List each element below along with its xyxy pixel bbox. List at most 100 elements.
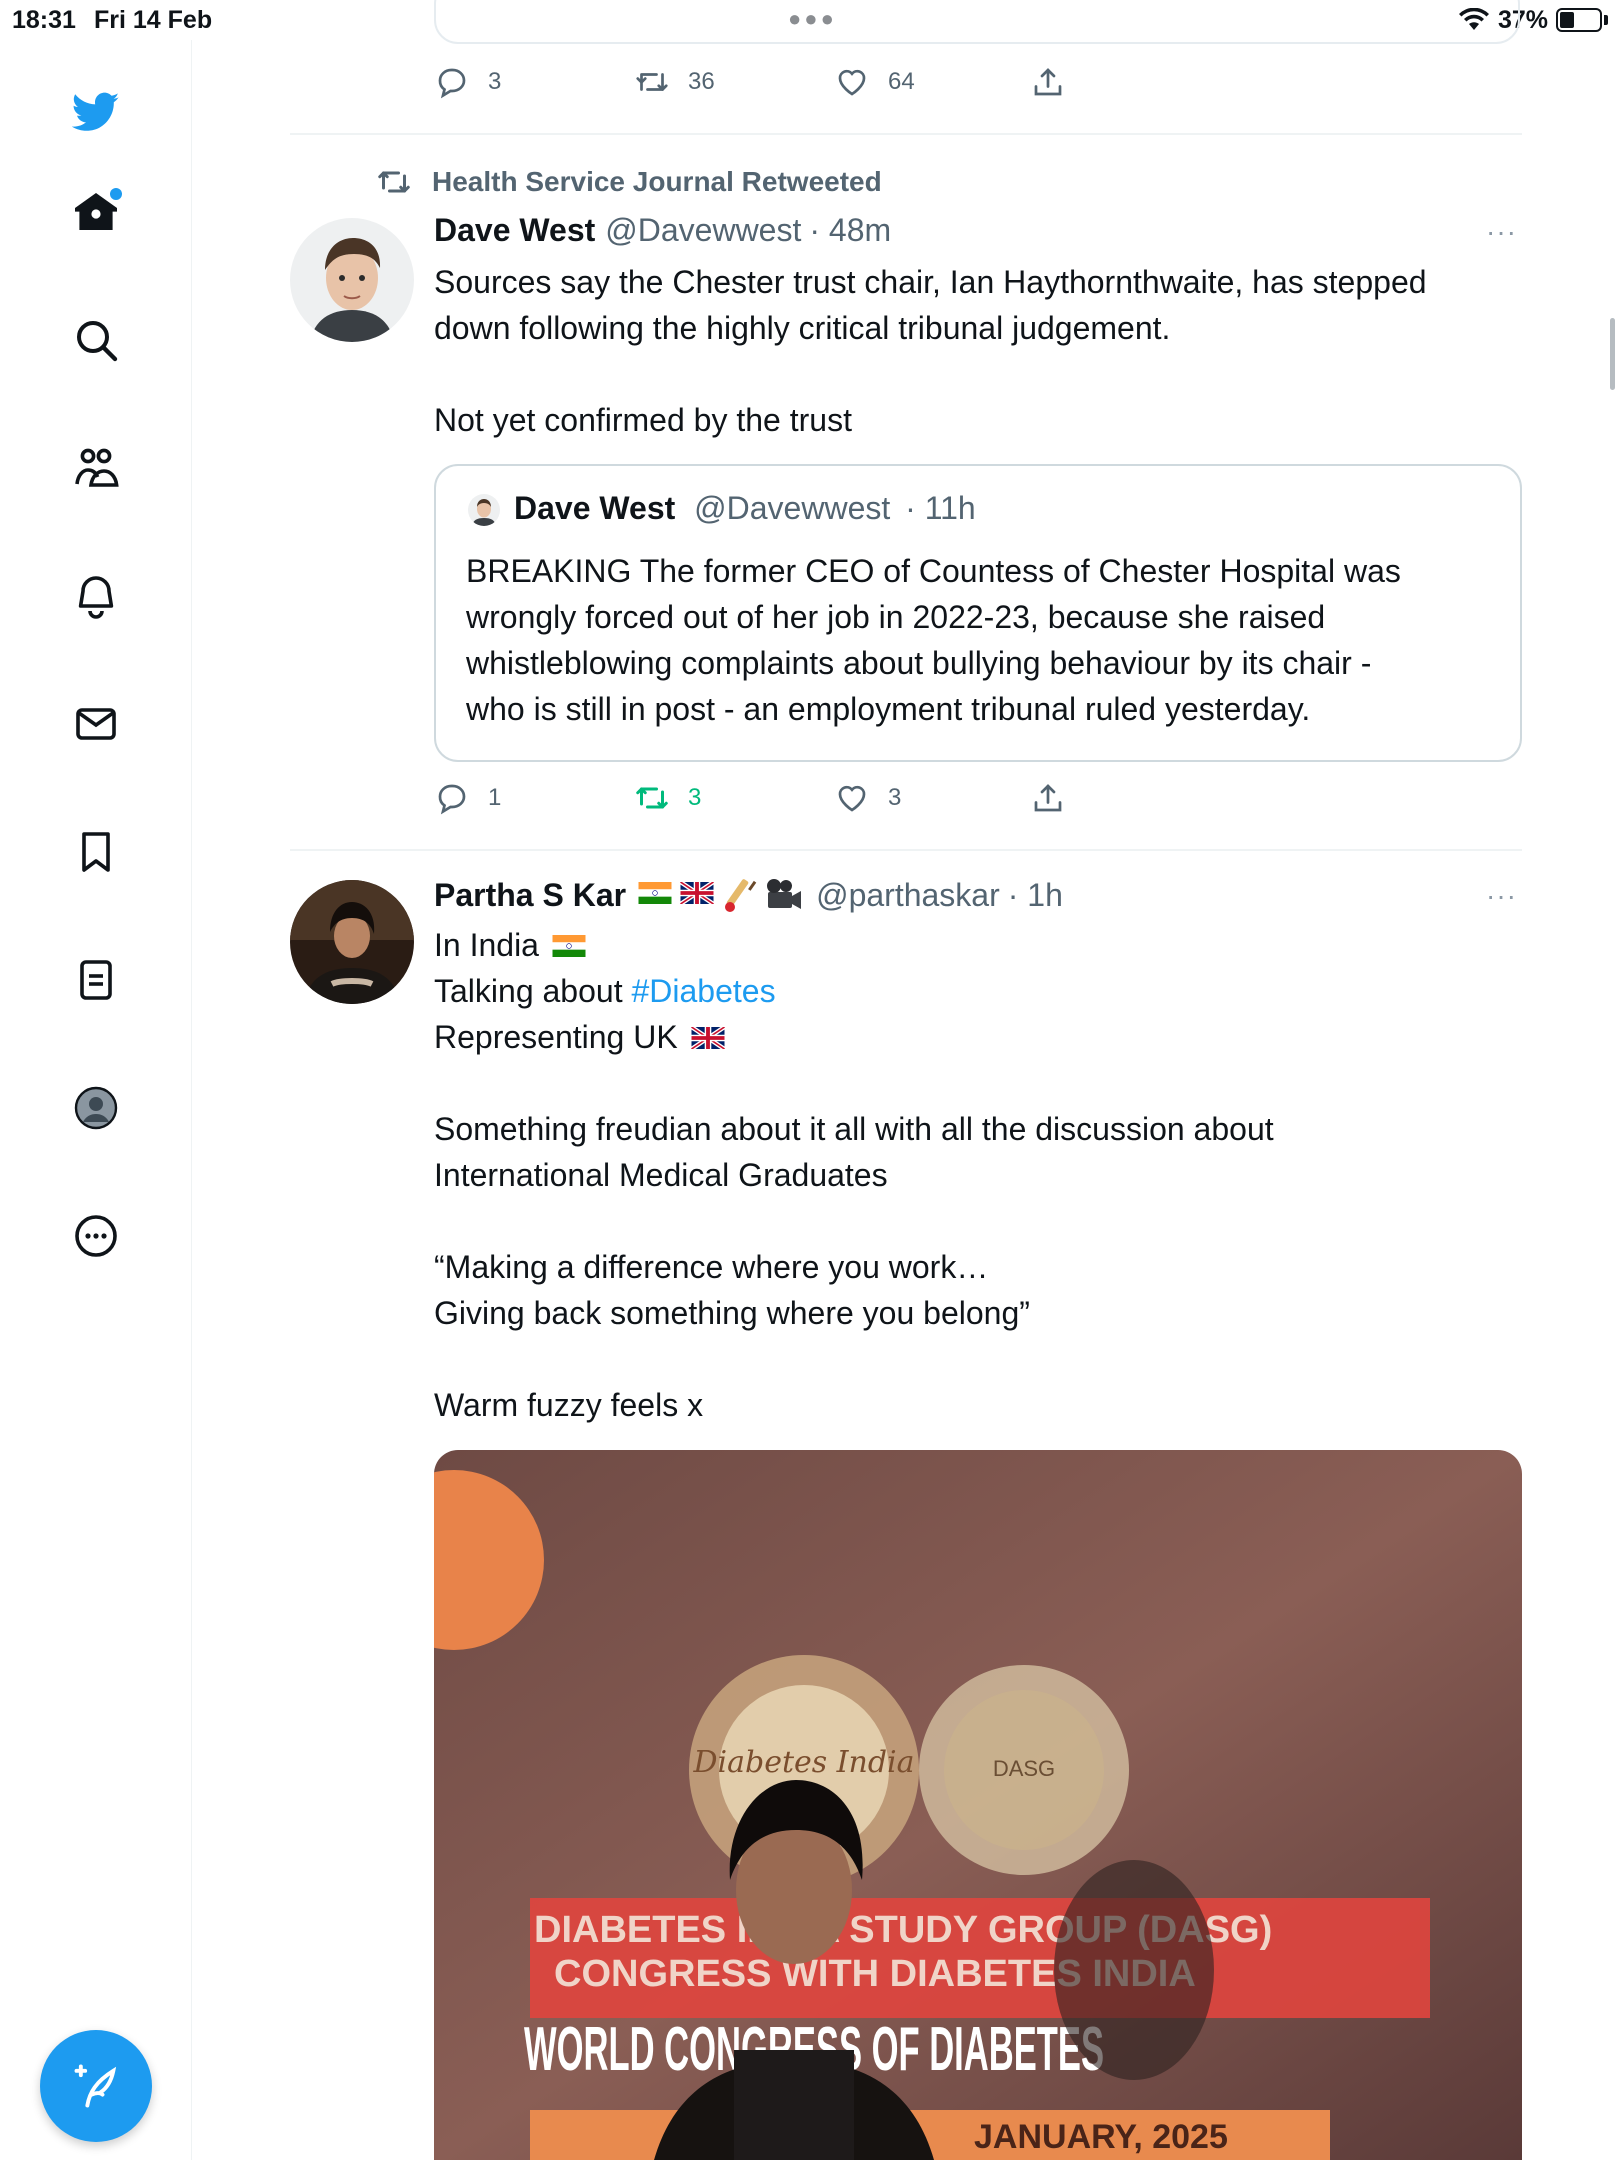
bookmarks-icon[interactable] (66, 822, 126, 882)
notifications-icon[interactable] (66, 566, 126, 626)
tweet-text: In India Talking about #Diabetes Represe… (434, 922, 1504, 1428)
reply-icon (438, 784, 466, 815)
share-button[interactable] (1030, 780, 1066, 816)
like-count: 64 (888, 68, 915, 95)
banner-line-4: JANUARY, 2025 (974, 2118, 1228, 2156)
tweet-text-line: Not yet confirmed by the trust (434, 402, 852, 438)
quoted-tweet[interactable]: Dave West @Davewwest · 11h BREAKING The … (434, 464, 1522, 762)
tweet-text-line (434, 351, 1504, 397)
talking-about-text: Talking about (434, 973, 632, 1009)
search-icon[interactable] (66, 310, 126, 370)
india-flag-icon (552, 934, 586, 957)
home-notification-dot (110, 188, 122, 200)
author-handle[interactable]: @parthaskar (816, 877, 1000, 914)
share-icon (1034, 68, 1062, 96)
tweet-text-line: Giving back something where you belong” (434, 1295, 1030, 1331)
battery-icon (1556, 8, 1602, 32)
retweeted-by-label: Health Service Journal Retweeted (432, 166, 882, 197)
tweet-photo[interactable]: Diabetes India DASG DIABETES INDIA STUDY… (434, 1450, 1522, 2160)
like-icon (838, 785, 866, 812)
seal-left-text: Diabetes India (692, 1745, 914, 1780)
quoted-header: Dave West @Davewwest · 11h (514, 490, 976, 527)
status-date: Fri 14 Feb (94, 6, 213, 34)
battery-tip (1604, 15, 1608, 25)
retweeted-by-line[interactable]: Health Service Journal Retweeted (374, 164, 882, 200)
like-icon (838, 69, 866, 96)
quoted-tweet-time: · 11h (905, 490, 976, 526)
conference-photo: Diabetes India DASG DIABETES INDIA STUDY… (434, 1450, 1522, 2160)
tweet-header: Partha S Kar @parthaskar · 1h (434, 876, 1063, 914)
tweet-text-line: International Medical Graduates (434, 1157, 888, 1193)
quoted-text-line: BREAKING The former CEO of Countess of C… (466, 553, 1401, 589)
quoted-text-line: wrongly forced out of her job in 2022-23… (466, 599, 1326, 635)
quoted-text-line: whistleblowing complaints about bullying… (466, 645, 1372, 681)
retweet-button[interactable]: 3 (634, 780, 701, 816)
tweet-text-line: Something freudian about it all with all… (434, 1111, 1274, 1147)
author-name[interactable]: Partha S Kar (434, 877, 626, 914)
author-handle[interactable]: @Davewwest (605, 212, 801, 249)
retweet-icon (378, 171, 410, 193)
tweet-text-line: Sources say the Chester trust chair, Ian… (434, 264, 1427, 300)
avatar[interactable] (290, 880, 414, 1004)
tweet-text-line: Warm fuzzy feels x (434, 1387, 704, 1423)
avatar[interactable] (290, 218, 414, 342)
tweet-time[interactable]: · 48m (809, 212, 891, 249)
reply-button[interactable]: 1 (434, 780, 501, 816)
retweet-icon (636, 73, 668, 91)
india-flag-icon (638, 882, 672, 904)
quoted-author-name: Dave West (514, 490, 676, 526)
more-options-button[interactable]: ··· (1486, 880, 1517, 912)
reply-icon (438, 68, 466, 99)
representing-text: Representing UK (434, 1019, 678, 1055)
uk-flag-icon (680, 882, 715, 904)
tweet-time[interactable]: · 1h (1008, 877, 1063, 914)
retweet-count: 3 (688, 784, 702, 811)
tweet-text-line: down following the highly critical tribu… (434, 310, 1171, 346)
in-india-text: In India (434, 927, 539, 963)
home-icon[interactable] (66, 182, 126, 242)
tweet-text-line: “Making a difference where you work… (434, 1249, 989, 1285)
quoted-author-handle: @Davewwest (694, 490, 891, 526)
hashtag-link[interactable]: #Diabetes (631, 973, 775, 1009)
seal-right-text: DASG (993, 1756, 1055, 1781)
tweet-text-line (434, 1198, 1504, 1244)
uk-flag-icon (690, 1026, 725, 1049)
tweet-divider (290, 849, 1522, 851)
status-time: 18:31 (12, 6, 76, 34)
quoted-text: BREAKING The former CEO of Countess of C… (466, 548, 1496, 732)
more-options-button[interactable]: ··· (1486, 216, 1517, 248)
tweet-text: Sources say the Chester trust chair, Ian… (434, 259, 1504, 443)
retweet-count: 36 (688, 68, 715, 95)
cricket-icon (725, 879, 757, 912)
previous-tweet-actions: 3 36 64 (434, 64, 1134, 104)
retweet-button[interactable]: 36 (634, 64, 715, 100)
tweet-text-line (434, 1336, 1504, 1382)
lists-icon[interactable] (66, 950, 126, 1010)
twitter-logo-icon[interactable] (66, 82, 126, 142)
profile-icon[interactable] (66, 1078, 126, 1138)
like-button[interactable]: 64 (834, 64, 915, 100)
like-button[interactable]: 3 (834, 780, 901, 816)
tweet-text-line: Representing UK (434, 1014, 1504, 1060)
more-icon[interactable] (66, 1206, 126, 1266)
tweet-text-line: In India (434, 922, 1504, 968)
reply-count: 3 (488, 68, 502, 95)
timeline-feed: 3 36 64 Health Service Journal Retweeted (290, 0, 1522, 2160)
share-icon (1034, 784, 1062, 812)
communities-icon[interactable] (66, 438, 126, 498)
quoted-text-line: who is still in post - an employment tri… (466, 691, 1311, 727)
reply-count: 1 (488, 784, 502, 811)
compose-icon (74, 2064, 117, 2108)
messages-icon[interactable] (66, 694, 126, 754)
previous-tweet-media-edge (434, 0, 1520, 44)
scrollbar-thumb[interactable] (1610, 318, 1615, 390)
author-name[interactable]: Dave West (434, 212, 595, 249)
quoted-avatar (468, 494, 500, 526)
tweet-actions: 1 3 3 (434, 780, 1134, 820)
tweet-text-line (434, 1060, 1504, 1106)
share-button[interactable] (1030, 64, 1066, 100)
tweet-header: Dave West @Davewwest · 48m (434, 212, 891, 249)
compose-tweet-button[interactable] (40, 2030, 152, 2142)
tweet-text-line: Talking about #Diabetes (434, 968, 1504, 1014)
reply-button[interactable]: 3 (434, 64, 501, 100)
